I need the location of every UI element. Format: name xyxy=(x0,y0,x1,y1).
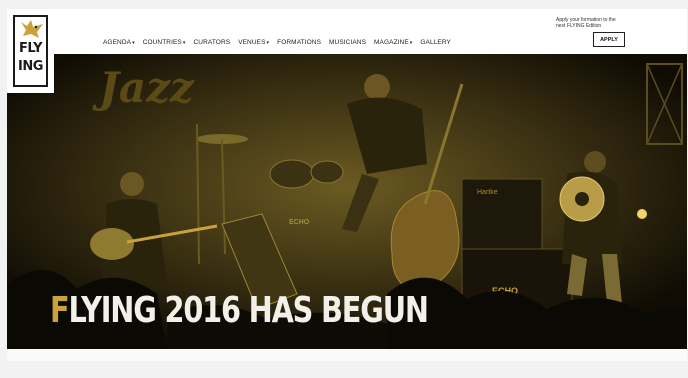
nav-item-label: MUSICIANS xyxy=(329,39,367,46)
hero-headline: FLYING 2016 HAS BEGUN xyxy=(50,290,429,331)
headline-text: LYING 2016 HAS BEGUN xyxy=(68,290,429,331)
nav-item-label: COUNTRIES xyxy=(142,39,182,46)
headline-initial: F xyxy=(50,290,70,331)
main-nav: AGENDA ▾ COUNTRIES ▾ CURATORS VENUES ▾ FORM… xyxy=(103,39,451,46)
nav-item-venues[interactable]: VENUES ▾ xyxy=(238,39,269,46)
amp-label: ECHO xyxy=(289,219,310,226)
nav-item-gallery[interactable]: GALLERY xyxy=(420,39,451,46)
apply-prompt: Apply your formation to the next FLYING … xyxy=(556,17,616,29)
logo-text-ing: ING xyxy=(18,59,43,74)
flying-logo[interactable]: FLY ING xyxy=(7,9,54,93)
chevron-down-icon: ▾ xyxy=(409,39,413,46)
chevron-down-icon: ▾ xyxy=(182,39,186,46)
bird-icon xyxy=(21,20,43,38)
logo-text-fly: FLY xyxy=(18,41,43,56)
chevron-down-icon: ▾ xyxy=(132,39,135,46)
nav-item-curators[interactable]: CURATORS xyxy=(194,39,231,46)
nav-item-magazine[interactable]: MAGAZINE ▾ xyxy=(374,39,412,46)
nav-item-label: FORMATIONS xyxy=(277,39,322,46)
nav-item-label: MAGAZINE xyxy=(374,39,409,46)
hero-banner: Jazz Hartke ECHO ECHO FLYING 2016 HAS BE… xyxy=(7,54,687,349)
nav-item-agenda[interactable]: AGENDA ▾ xyxy=(103,39,135,46)
apply-button[interactable]: APPLY xyxy=(593,32,625,47)
content-strip xyxy=(7,349,687,361)
page: FLY ING AGENDA ▾ COUNTRIES ▾ CURATORS VENU… xyxy=(7,9,687,361)
nav-item-label: VENUES xyxy=(238,39,266,46)
nav-item-formations[interactable]: FORMATIONS xyxy=(277,39,321,46)
jazz-sign: Jazz xyxy=(92,63,195,112)
nav-item-label: CURATORS xyxy=(193,39,231,46)
nav-item-label: AGENDA xyxy=(103,39,132,46)
nav-item-musicians[interactable]: MUSICIANS xyxy=(329,39,366,46)
nav-item-countries[interactable]: COUNTRIES ▾ xyxy=(143,39,186,46)
chevron-down-icon: ▾ xyxy=(266,39,270,46)
nav-item-label: GALLERY xyxy=(420,39,451,46)
amp-label: Hartke xyxy=(477,189,498,196)
logo-frame: FLY ING xyxy=(13,15,48,87)
site-header: FLY ING AGENDA ▾ COUNTRIES ▾ CURATORS VENU… xyxy=(7,9,687,93)
